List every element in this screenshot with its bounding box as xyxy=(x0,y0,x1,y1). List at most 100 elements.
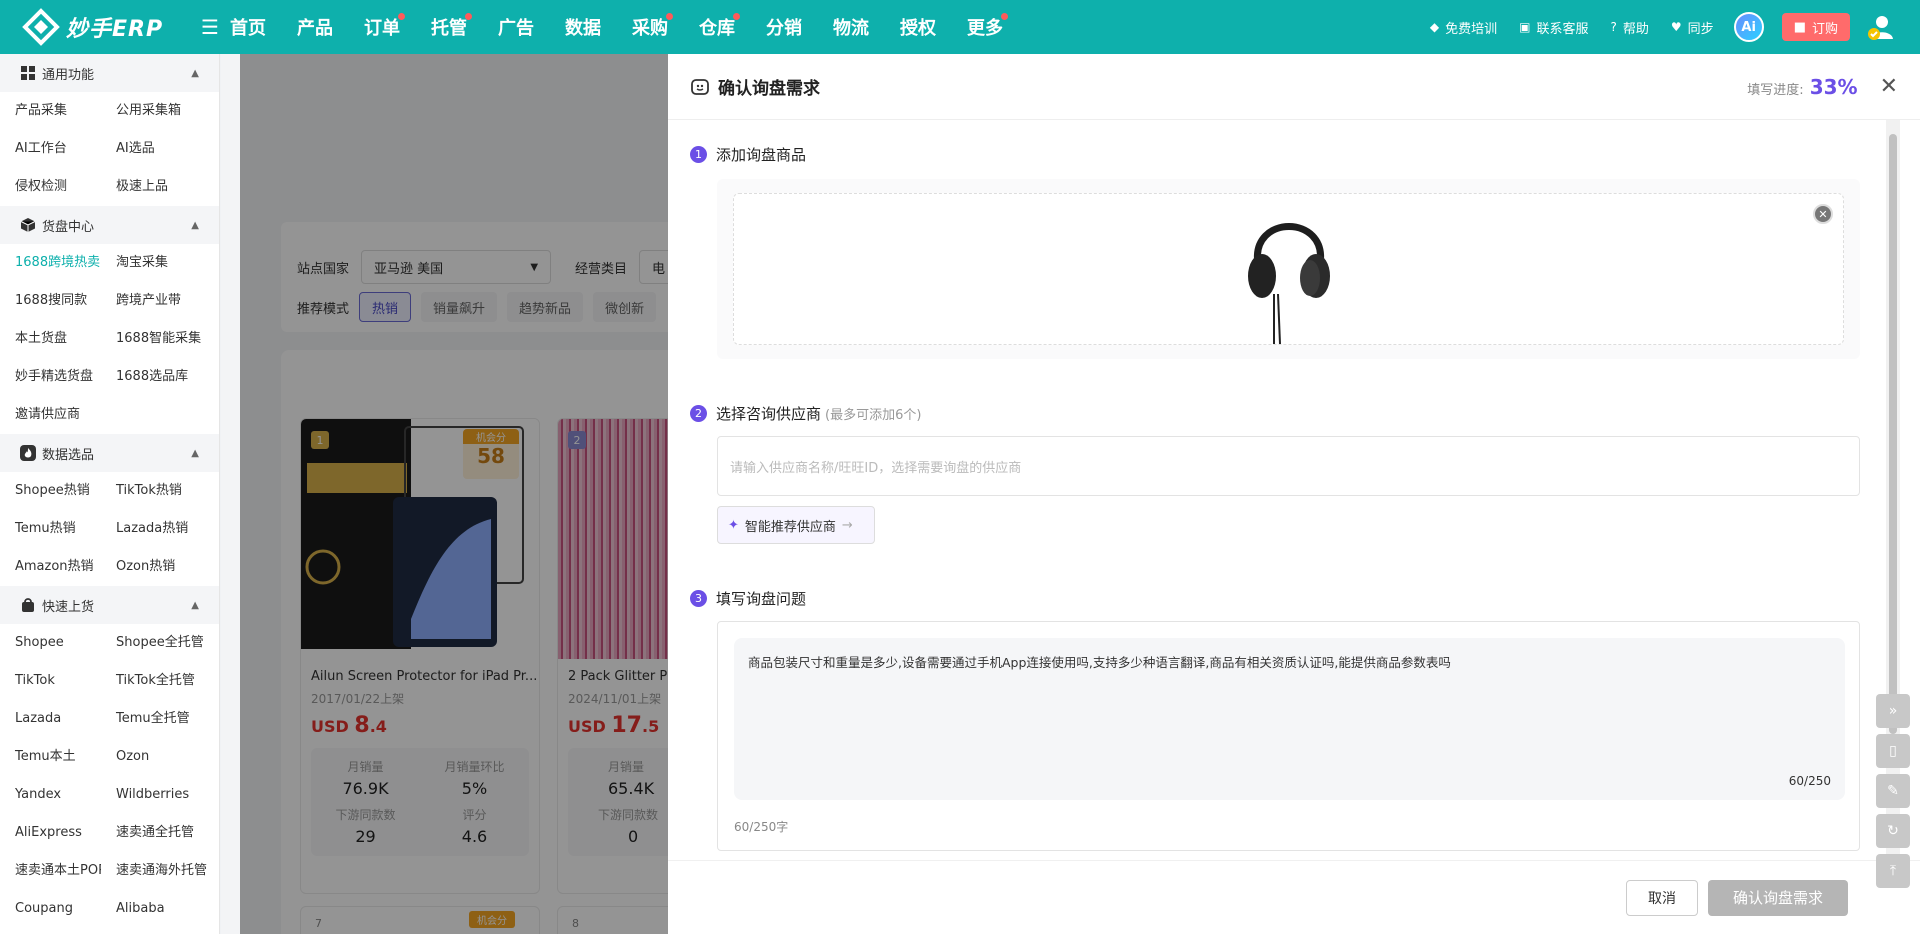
user-icon xyxy=(1868,16,1893,40)
sidebar-item[interactable]: 1688搜同款 xyxy=(0,282,101,320)
free-training-link[interactable]: ◆ 免费培训 xyxy=(1430,18,1497,37)
remove-image-icon[interactable]: ✕ xyxy=(1813,204,1833,224)
sidebar-item[interactable]: Yandex xyxy=(0,776,101,814)
sidebar-item[interactable]: Coupang xyxy=(0,890,101,928)
sidebar-item[interactable]: 淘宝采集 xyxy=(101,244,219,282)
refresh-icon[interactable]: ↻ xyxy=(1876,814,1910,848)
order-button[interactable]: ■ 订购 xyxy=(1781,13,1850,41)
nav-item[interactable]: 订单 xyxy=(364,13,405,40)
sidebar-item[interactable]: 速卖通本土POP xyxy=(0,852,101,890)
product-image-dropzone[interactable]: ✕ xyxy=(733,193,1844,345)
chevron-up-icon: ▲ xyxy=(191,219,199,231)
nav-item[interactable]: 产品 xyxy=(297,14,333,40)
grid-icon xyxy=(20,65,36,81)
sidebar-section-header[interactable]: 数据选品 ▲ xyxy=(0,434,219,472)
sidebar-item[interactable]: 侵权检测 xyxy=(0,168,101,206)
back-to-top-icon[interactable]: ⤒ xyxy=(1876,854,1910,888)
chevron-up-icon: ▲ xyxy=(191,599,199,611)
sidebar-item[interactable]: AI工作台 xyxy=(0,130,101,168)
sidebar-item[interactable]: Shopee全托管 xyxy=(101,624,219,662)
floating-toolbar: » ▯ ✎ ↻ ⤒ xyxy=(1876,694,1910,894)
contact-service-link[interactable]: ▣ 联系客服 xyxy=(1519,18,1588,37)
supplier-search-input[interactable]: 请输入供应商名称/旺旺ID，选择需要询盘的供应商 xyxy=(717,436,1860,496)
cancel-button[interactable]: 取消 xyxy=(1626,879,1698,916)
sidebar-item[interactable]: Ozon热销 xyxy=(101,548,219,586)
sidebar-item[interactable]: 邀请供应商 xyxy=(0,396,101,434)
notification-dot xyxy=(666,13,673,20)
sidebar-item[interactable]: Shopee热销 xyxy=(0,472,101,510)
confirm-inquiry-button[interactable]: 确认询盘需求 xyxy=(1708,879,1848,916)
nav-item[interactable]: 数据 xyxy=(565,14,601,40)
mobile-icon[interactable]: ▯ xyxy=(1876,734,1910,768)
sidebar-item[interactable]: 妙手精选货盘 xyxy=(0,358,101,396)
nav-item[interactable]: 托管 xyxy=(431,13,472,40)
nav-item[interactable]: 广告 xyxy=(498,14,534,40)
sidebar-item[interactable]: AI选品 xyxy=(101,130,219,168)
sidebar-item[interactable]: 产品采集 xyxy=(0,92,101,130)
notification-dot xyxy=(733,13,740,20)
sidebar-item[interactable]: Alibaba xyxy=(101,890,219,928)
step-add-product: 1 添加询盘商品 xyxy=(690,144,1888,165)
char-count-footer: 60/250字 xyxy=(734,820,789,834)
sidebar-item[interactable]: 1688智能采集 xyxy=(101,320,219,358)
nav-item[interactable]: 授权 xyxy=(900,14,936,40)
sidebar-item[interactable]: Temu热销 xyxy=(0,510,101,548)
sidebar-section-header[interactable]: 通用功能 ▲ xyxy=(0,54,219,92)
app-logo[interactable]: 妙手ERP xyxy=(0,8,190,46)
sidebar-section-header[interactable]: 货盘中心 ▲ xyxy=(0,206,219,244)
menu-toggle-icon[interactable]: ☰ xyxy=(190,15,230,39)
sidebar-item[interactable]: AliExpress xyxy=(0,814,101,852)
nav-item[interactable]: 物流 xyxy=(833,14,869,40)
sidebar-item[interactable]: Temu本土 xyxy=(0,738,101,776)
nav-item[interactable]: 更多 xyxy=(967,13,1008,40)
sidebar-item[interactable]: Amazon热销 xyxy=(0,548,101,586)
ai-recommend-supplier-button[interactable]: ✦ 智能推荐供应商 → xyxy=(717,506,875,544)
sidebar-item[interactable]: Wildberries xyxy=(101,776,219,814)
user-avatar[interactable] xyxy=(1866,13,1894,41)
notification-dot xyxy=(1001,13,1008,20)
sidebar-item[interactable]: Lazada热销 xyxy=(101,510,219,548)
nav-item[interactable]: 采购 xyxy=(632,13,673,40)
chevron-up-icon: ▲ xyxy=(191,447,199,459)
sidebar-item[interactable]: 本土货盘 xyxy=(0,320,101,358)
sidebar-section-items: 产品采集 公用采集箱 AI工作台 AI选品 侵权检测 极速上品 xyxy=(0,92,219,206)
question-box: 商品包装尺寸和重量是多少,设备需要通过手机App连接使用吗,支持多少种语言翻译,… xyxy=(717,621,1860,851)
sidebar-item[interactable]: 速卖通海外托管 xyxy=(101,852,219,890)
sidebar-item[interactable]: 1688选品库 xyxy=(101,358,219,396)
drawer-header: 确认询盘需求 填写进度: 33% ✕ xyxy=(668,54,1920,120)
sidebar-item[interactable]: 公用采集箱 xyxy=(101,92,219,130)
double-chevron-right-icon[interactable]: » xyxy=(1876,694,1910,728)
sidebar-item[interactable]: TikTok热销 xyxy=(101,472,219,510)
notification-dot xyxy=(398,13,405,20)
cube-icon xyxy=(20,217,36,233)
sidebar-item[interactable]: Shopee xyxy=(0,624,101,662)
question-textarea[interactable]: 商品包装尺寸和重量是多少,设备需要通过手机App连接使用吗,支持多少种语言翻译,… xyxy=(734,638,1845,800)
chat-icon: ◆ xyxy=(1429,20,1440,34)
help-link[interactable]: ? 帮助 xyxy=(1611,18,1649,37)
sidebar-item[interactable]: 跨境产业带 xyxy=(101,282,219,320)
question-icon: ? xyxy=(1610,20,1617,34)
sidebar-item[interactable]: Lazada xyxy=(0,700,101,738)
scrollbar-thumb[interactable] xyxy=(1889,134,1897,734)
sidebar-item[interactable]: Temu全托管 xyxy=(101,700,219,738)
product-image-box: ✕ xyxy=(717,179,1860,359)
ai-assistant-button[interactable]: Ai xyxy=(1733,12,1764,42)
nav-item[interactable]: 分销 xyxy=(766,14,802,40)
sidebar-item[interactable]: 速卖通全托管 xyxy=(101,814,219,852)
sidebar-item[interactable]: Ozon xyxy=(101,738,219,776)
sidebar-item[interactable]: 极速上品 xyxy=(101,168,219,206)
logo-mark-icon xyxy=(22,8,60,46)
main-nav: 首页 产品 订单 托管 广告 数据 采购 仓库 分销 物流 授权 更多 xyxy=(230,13,1034,40)
close-icon[interactable]: ✕ xyxy=(1880,74,1898,99)
edit-icon[interactable]: ✎ xyxy=(1876,774,1910,808)
sync-link[interactable]: ♥ 同步 xyxy=(1671,18,1714,37)
sidebar-section-items: Shopee Shopee全托管 TikTok TikTok全托管 Lazada Temu… xyxy=(0,624,219,928)
nav-item[interactable]: 仓库 xyxy=(699,13,740,40)
nav-item[interactable]: 首页 xyxy=(230,14,266,40)
sidebar-section-header[interactable]: 快速上货 ▲ xyxy=(0,586,219,624)
step-fill-question: 3 填写询盘问题 xyxy=(690,588,1888,609)
logo-text: 妙手ERP xyxy=(66,17,164,42)
sidebar-item[interactable]: TikTok全托管 xyxy=(101,662,219,700)
sidebar-item[interactable]: 1688跨境热卖 xyxy=(0,244,101,282)
sidebar-item[interactable]: TikTok xyxy=(0,662,101,700)
